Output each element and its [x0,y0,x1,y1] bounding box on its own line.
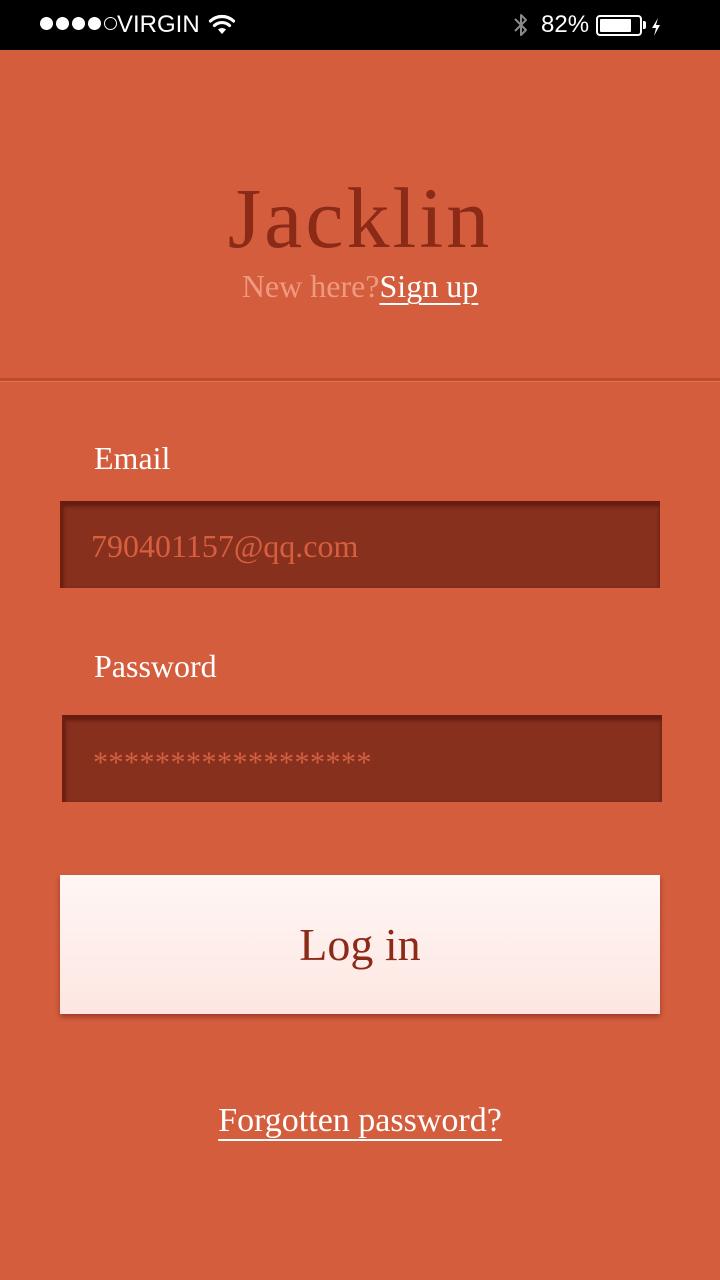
battery-terminal [643,21,646,29]
charging-bolt-icon [650,16,662,44]
bluetooth-icon [512,12,530,45]
email-field-container [60,501,660,588]
app-title: Jacklin [227,170,493,266]
email-field[interactable] [91,504,631,588]
cellular-signal-icon [40,17,117,30]
email-label: Email [94,440,171,476]
forgot-password-row: Forgotten password? [0,1098,720,1144]
battery-level-fill [600,19,631,32]
new-here-text: New here? [241,268,380,304]
forgot-password-link[interactable]: Forgotten password? [218,1102,502,1139]
battery-percentage: 82% [541,11,590,38]
signup-link[interactable]: Sign up [380,268,479,304]
wifi-icon [208,12,236,43]
header-divider [0,378,720,381]
password-masked-value: ****************** [93,746,372,779]
login-button[interactable]: Log in [60,875,660,1014]
password-label: Password [94,648,217,684]
password-field[interactable]: ****************** [62,715,662,802]
status-bar: VIRGIN 82% [0,0,720,50]
battery-icon [596,15,642,36]
signup-prompt: New here?Sign up [0,264,720,308]
carrier-name: VIRGIN [117,11,200,38]
